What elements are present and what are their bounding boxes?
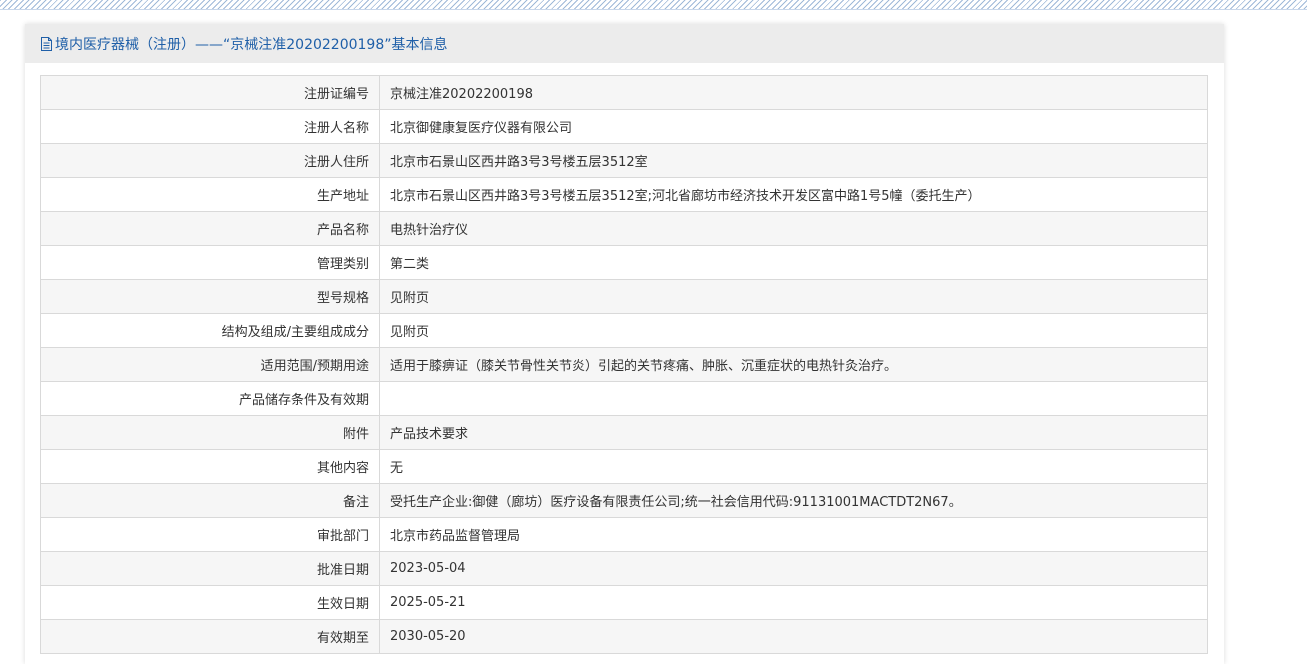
row-label: 备注 (40, 483, 380, 518)
row-value: 2030-05-20 (379, 619, 1208, 654)
table-row: 产品名称 电热针治疗仪 (40, 211, 1208, 246)
row-value: 北京市石景山区西井路3号3号楼五层3512室 (379, 143, 1208, 178)
row-label: 注册证编号 (40, 75, 380, 110)
table-row: 附件 产品技术要求 (40, 415, 1208, 450)
row-label: 审批部门 (40, 517, 380, 552)
row-value (379, 381, 1208, 416)
table-row: 其他内容 无 (40, 449, 1208, 484)
row-label: 附件 (40, 415, 380, 450)
table-row: 有效期至 2030-05-20 (40, 619, 1208, 654)
document-icon (40, 36, 53, 51)
row-label: 产品储存条件及有效期 (40, 381, 380, 416)
row-value: 产品技术要求 (379, 415, 1208, 450)
row-label: 适用范围/预期用途 (40, 347, 380, 382)
row-label: 生效日期 (40, 585, 380, 620)
row-label: 管理类别 (40, 245, 380, 280)
panel-header: 境内医疗器械（注册）——“京械注准20202200198”基本信息 (25, 24, 1224, 63)
row-label: 注册人住所 (40, 143, 380, 178)
table-row: 产品储存条件及有效期 (40, 381, 1208, 416)
row-label: 产品名称 (40, 211, 380, 246)
row-value: 北京市药品监督管理局 (379, 517, 1208, 552)
info-panel: 境内医疗器械（注册）——“京械注准20202200198”基本信息 注册证编号 … (25, 24, 1224, 664)
table-row: 结构及组成/主要组成成分 见附页 (40, 313, 1208, 348)
row-value: 受托生产企业:御健（廊坊）医疗设备有限责任公司;统一社会信用代码:9113100… (379, 483, 1208, 518)
row-value: 适用于膝痹证（膝关节骨性关节炎）引起的关节疼痛、肿胀、沉重症状的电热针灸治疗。 (379, 347, 1208, 382)
row-value: 北京御健康复医疗仪器有限公司 (379, 109, 1208, 144)
row-label: 型号规格 (40, 279, 380, 314)
table-row: 型号规格 见附页 (40, 279, 1208, 314)
row-label: 其他内容 (40, 449, 380, 484)
row-value: 无 (379, 449, 1208, 484)
table-row: 批准日期 2023-05-04 (40, 551, 1208, 586)
row-value: 2023-05-04 (379, 551, 1208, 586)
row-value: 第二类 (379, 245, 1208, 280)
row-label: 生产地址 (40, 177, 380, 212)
table-row: 生效日期 2025-05-21 (40, 585, 1208, 620)
table-row: 生产地址 北京市石景山区西井路3号3号楼五层3512室;河北省廊坊市经济技术开发… (40, 177, 1208, 212)
table-row: 管理类别 第二类 (40, 245, 1208, 280)
table-row: 注册证编号 京械注准20202200198 (40, 75, 1208, 110)
row-value: 2025-05-21 (379, 585, 1208, 620)
info-table: 注册证编号 京械注准20202200198 注册人名称 北京御健康复医疗仪器有限… (40, 75, 1208, 654)
table-row: 审批部门 北京市药品监督管理局 (40, 517, 1208, 552)
row-value: 北京市石景山区西井路3号3号楼五层3512室;河北省廊坊市经济技术开发区富中路1… (379, 177, 1208, 212)
row-value: 京械注准20202200198 (379, 75, 1208, 110)
row-label: 结构及组成/主要组成成分 (40, 313, 380, 348)
table-row: 注册人住所 北京市石景山区西井路3号3号楼五层3512室 (40, 143, 1208, 178)
page-title: 境内医疗器械（注册）——“京械注准20202200198”基本信息 (55, 36, 448, 53)
row-label: 注册人名称 (40, 109, 380, 144)
row-value: 见附页 (379, 313, 1208, 348)
top-dashed-border (0, 0, 1307, 10)
row-label: 有效期至 (40, 619, 380, 654)
row-value: 电热针治疗仪 (379, 211, 1208, 246)
row-label: 批准日期 (40, 551, 380, 586)
table-row: 注册人名称 北京御健康复医疗仪器有限公司 (40, 109, 1208, 144)
row-value: 见附页 (379, 279, 1208, 314)
table-row: 备注 受托生产企业:御健（廊坊）医疗设备有限责任公司;统一社会信用代码:9113… (40, 483, 1208, 518)
table-row: 适用范围/预期用途 适用于膝痹证（膝关节骨性关节炎）引起的关节疼痛、肿胀、沉重症… (40, 347, 1208, 382)
